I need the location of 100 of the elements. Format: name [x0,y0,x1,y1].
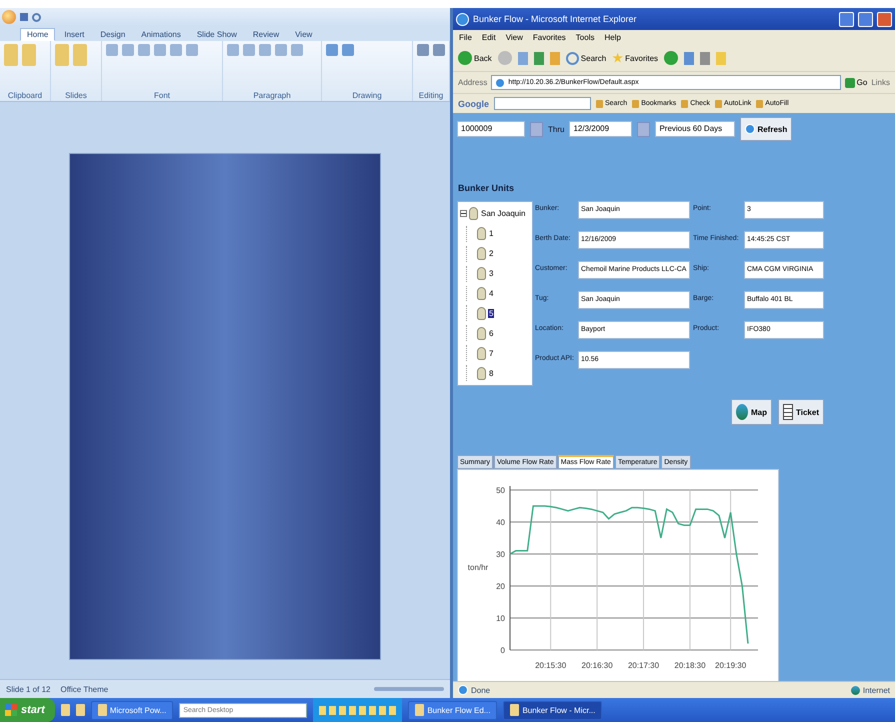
tick-label: 0 [500,646,505,655]
ribbon-tab[interactable]: Slide Show [190,28,244,41]
app-icon [415,704,424,716]
range-dropdown[interactable]: Previous 60 Days [655,121,736,137]
ribbon-command-icon[interactable] [275,44,287,56]
close-button[interactable] [877,12,892,26]
quick-launch-icon[interactable] [60,704,70,716]
section-title: Bunker Units [458,183,516,193]
ribbon-command-icon[interactable] [259,44,271,56]
tree-item[interactable]: 6 [488,328,494,338]
ribbon-command-icon[interactable] [291,44,303,56]
ribbon-command-icon[interactable] [342,44,354,56]
toolbar-icon [715,100,722,108]
globe-icon [850,686,860,694]
tree-item[interactable]: 3 [488,269,494,278]
ribbon-command-icon[interactable] [243,44,255,56]
menu-item[interactable]: Edit [482,33,496,42]
tick-label: 20:19:30 [715,661,746,670]
tick-label: 20:15:30 [535,661,566,670]
taskbar-button[interactable]: Microsoft Pow... [90,700,174,720]
ribbon-command-icon[interactable] [154,44,166,56]
search-field[interactable] [494,97,591,110]
ribbon-command-icon[interactable] [73,44,87,66]
start-button[interactable]: start [0,698,55,722]
group-label: Editing [418,91,444,100]
ribbon-command-icon[interactable] [186,44,198,56]
ribbon-command-icon[interactable] [4,44,18,66]
expander-icon[interactable] [460,210,467,218]
ribbon-command-icon[interactable] [227,44,239,56]
ribbon-command-icon[interactable] [106,44,118,56]
from-field[interactable]: 1000009 [457,121,525,137]
bulb-icon [477,287,486,300]
ticket-button[interactable]: Ticket [778,399,824,425]
zone-text: Internet [850,686,890,694]
menu-item[interactable]: File [459,33,472,42]
thru-field[interactable]: 12/3/2009 [569,121,632,137]
tree-item[interactable]: 5 [488,308,494,318]
ribbon-command-icon[interactable] [22,44,36,66]
map-button[interactable]: Map [731,399,772,425]
menu-item[interactable]: Help [604,33,621,42]
quick-launch-icon[interactable] [76,704,85,716]
tick-label: 10 [496,614,505,623]
ribbon-tab[interactable]: View [288,28,320,41]
ribbon-tab[interactable]: Home [20,28,56,41]
refresh-button[interactable]: Refresh [740,117,792,141]
toolbar-icon [596,100,603,108]
tick-label: 30 [496,550,505,559]
menu-item[interactable]: View [506,33,523,42]
menu-item[interactable]: Tools [576,33,594,42]
office-button-icon[interactable] [2,10,16,24]
app-icon [98,704,107,716]
ribbon-command-icon[interactable] [122,44,134,56]
favorites-button[interactable]: Favorites [612,52,658,64]
ribbon-command-icon[interactable] [326,44,338,56]
bulb-icon [477,346,486,360]
status-text: Office Theme [60,684,108,694]
search-button[interactable]: Search [566,52,606,64]
ribbon-tab[interactable]: Review [246,28,286,41]
tick-label: 20 [496,582,505,591]
group-label: Drawing [352,91,382,100]
ribbon-command-icon[interactable] [170,44,182,56]
menu-item[interactable]: Favorites [532,33,566,42]
maximize-button[interactable] [858,12,873,26]
address-label: Address [458,78,488,87]
group-label: Paragraph [253,91,291,100]
tick-label: 50 [496,486,505,495]
taskbar-button[interactable]: Bunker Flow - Micr... [503,700,602,720]
ribbon-tab[interactable]: Design [93,28,132,41]
ribbon-command-icon[interactable] [417,44,429,56]
tree-item[interactable]: 2 [488,249,494,258]
toolbar-icon [756,100,764,108]
toolbar-icon [681,100,688,108]
tree-item[interactable]: 8 [488,368,494,378]
bulb-icon [477,306,486,320]
go-button[interactable]: Go [844,78,868,88]
taskbar-button[interactable]: Bunker Flow Ed... [408,700,498,720]
windows-logo-icon [5,704,17,716]
links-label[interactable]: Links [871,78,890,87]
ribbon-command-icon[interactable] [433,44,445,56]
ribbon-tab[interactable]: Insert [57,28,92,41]
tree-item[interactable]: 7 [488,348,494,358]
status-text: Slide 1 of 12 [6,684,50,694]
toolbar-icon [632,100,640,108]
group-label: Clipboard [8,91,42,100]
status-text: Done [458,685,490,695]
search-icon [566,52,579,64]
minimize-button[interactable] [839,12,854,26]
ribbon-command-icon[interactable] [138,44,150,56]
bulb-icon [477,366,486,380]
tree-item[interactable]: 4 [488,289,494,298]
tree-item[interactable]: 1 [488,229,494,238]
document-icon [783,404,794,420]
bulb-icon [477,227,486,240]
tree-node[interactable]: San Joaquin [460,206,530,222]
tick-label: 20:18:30 [674,661,706,670]
back-button[interactable]: Back [458,51,492,65]
ribbon-tab[interactable]: Animations [134,28,188,41]
bulb-icon [477,326,486,340]
ribbon-command-icon[interactable] [55,44,69,66]
group-label: Slides [65,91,87,100]
